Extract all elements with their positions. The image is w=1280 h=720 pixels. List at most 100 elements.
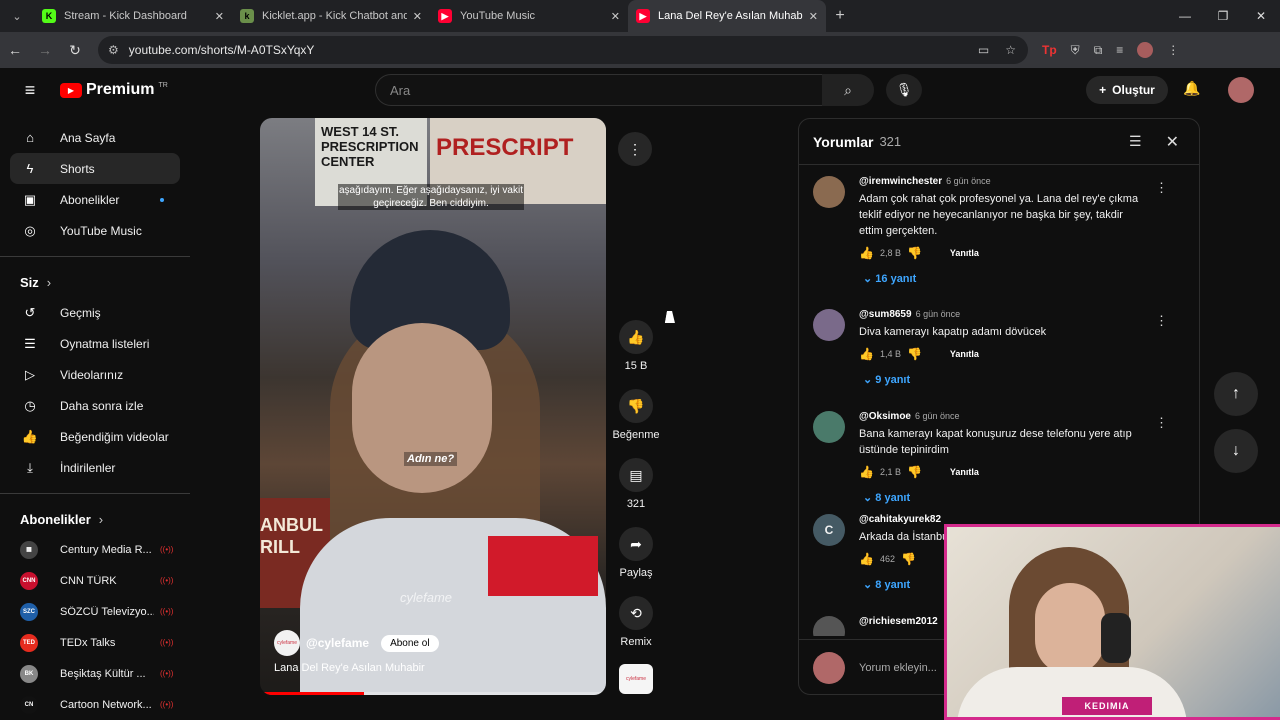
- sidebar-item-your-videos[interactable]: ▷ Videolarınız: [0, 359, 180, 390]
- search-button[interactable]: ⌕: [822, 74, 874, 106]
- sort-icon[interactable]: ☰: [1129, 133, 1142, 150]
- sidebar-item-shorts[interactable]: ϟ Shorts: [10, 153, 180, 184]
- browser-tab[interactable]: ▶ Lana Del Rey'e Asılan Muhabir ✕: [628, 0, 826, 32]
- close-window-icon[interactable]: ✕: [1242, 0, 1280, 32]
- sidebar-you-heading[interactable]: Siz ›: [0, 267, 190, 297]
- tab-close-icon[interactable]: ✕: [413, 10, 422, 23]
- view-replies-button[interactable]: ⌄ 16 yanıt: [863, 272, 1149, 285]
- sidebar-item-label: İndirilenler: [60, 460, 116, 475]
- youtube-logo[interactable]: ▶ Premium TR: [60, 81, 168, 99]
- view-replies-button[interactable]: ⌄ 8 yanıt: [863, 491, 1149, 504]
- browser-menu-icon[interactable]: ⋮: [1167, 43, 1179, 57]
- tab-search-icon[interactable]: ⌄: [0, 0, 34, 32]
- shorts-video-player[interactable]: WEST 14 ST. PRESCRIPTION CENTER PRESCRIP…: [260, 118, 606, 695]
- comment-menu-icon[interactable]: ⋮: [1155, 415, 1168, 431]
- extension-tp-icon[interactable]: Tp: [1042, 43, 1057, 57]
- dislike-icon[interactable]: 👎: [907, 465, 922, 479]
- sound-thumbnail[interactable]: cylefame: [619, 664, 653, 694]
- like-icon[interactable]: 👍: [859, 246, 874, 260]
- comment-author[interactable]: @iremwinchester 6 gün önce: [859, 176, 1149, 187]
- install-icon[interactable]: ▭: [978, 43, 989, 57]
- view-replies-button[interactable]: ⌄ 9 yanıt: [863, 373, 1149, 386]
- comment-text: Bana kamerayı kapat konuşuruz dese telef…: [859, 428, 1132, 456]
- account-avatar[interactable]: [1228, 77, 1254, 103]
- browser-profile-avatar[interactable]: [1137, 42, 1154, 58]
- sidebar-item-history[interactable]: ↺ Geçmiş: [0, 297, 180, 328]
- channel-avatar[interactable]: cylefame: [274, 630, 300, 656]
- forward-icon[interactable]: →: [30, 42, 60, 58]
- browser-tab[interactable]: k Kicklet.app - Kick Chatbot and ✕: [232, 0, 430, 32]
- comment-avatar[interactable]: [813, 616, 845, 636]
- tab-close-icon[interactable]: ✕: [215, 10, 224, 23]
- media-control-icon[interactable]: ≡: [1116, 43, 1123, 57]
- comment-avatar[interactable]: [813, 309, 845, 341]
- tab-close-icon[interactable]: ✕: [611, 10, 620, 23]
- sidebar-item-download[interactable]: ⤓ İndirilenler: [0, 452, 180, 483]
- reply-button[interactable]: Yanıtla: [950, 349, 979, 359]
- like-icon[interactable]: 👍: [619, 320, 653, 354]
- comment-author[interactable]: @sum8659 6 gün önce: [859, 309, 1149, 320]
- menu-hamburger-icon[interactable]: ≡: [0, 80, 60, 101]
- video-title[interactable]: Lana Del Rey'e Asılan Muhabir: [274, 662, 425, 674]
- previous-short-button[interactable]: ↑: [1214, 372, 1258, 416]
- comment-avatar[interactable]: [813, 176, 845, 208]
- comment-avatar[interactable]: C: [813, 514, 845, 546]
- tab-title: Lana Del Rey'e Asılan Muhabir: [658, 10, 803, 22]
- comment-input[interactable]: Yorum ekleyin...: [859, 662, 937, 674]
- browser-tab[interactable]: K Stream - Kick Dashboard ✕: [34, 0, 232, 32]
- sidebar-channel[interactable]: SZC SÖZCÜ Televizyo... ((•)): [0, 596, 190, 627]
- channel-avatar: CNN: [20, 571, 38, 590]
- dislike-icon[interactable]: 👎: [619, 389, 653, 423]
- like-icon[interactable]: 👍: [859, 465, 874, 479]
- comment-author[interactable]: @Oksimoe 6 gün önce: [859, 411, 1149, 422]
- site-info-icon[interactable]: ⚙: [108, 43, 119, 57]
- back-icon[interactable]: ←: [0, 42, 30, 58]
- maximize-icon[interactable]: ❐: [1204, 0, 1242, 32]
- remix-icon[interactable]: ⟲: [619, 596, 653, 630]
- create-button[interactable]: + Oluştur: [1086, 76, 1168, 104]
- browser-tab[interactable]: ▶ YouTube Music ✕: [430, 0, 628, 32]
- channel-name[interactable]: @cylefame: [306, 636, 369, 650]
- sidebar-channel[interactable]: ▦ Century Media R... ((•)): [0, 534, 190, 565]
- new-tab-button[interactable]: +: [826, 7, 854, 25]
- reply-button[interactable]: Yanıtla: [950, 248, 979, 258]
- remix-action: ⟲ Remix: [606, 596, 666, 648]
- tab-close-icon[interactable]: ✕: [809, 10, 818, 23]
- minimize-icon[interactable]: —: [1166, 0, 1204, 32]
- reply-button[interactable]: Yanıtla: [950, 467, 979, 477]
- search-input[interactable]: Ara: [375, 74, 823, 106]
- subscribe-button[interactable]: Abone ol: [381, 634, 439, 652]
- sidebar-item-playlists[interactable]: ☰ Oynatma listeleri: [0, 328, 180, 359]
- extensions-puzzle-icon[interactable]: ⧉: [1094, 43, 1103, 58]
- sidebar-channel[interactable]: CN Cartoon Network... ((•)): [0, 689, 190, 720]
- sidebar-item-music[interactable]: ◎ YouTube Music: [0, 215, 180, 246]
- comment-avatar[interactable]: [813, 411, 845, 443]
- notifications-bell-icon[interactable]: 🔔: [1183, 80, 1200, 97]
- sidebar-item-watch-later[interactable]: ◷ Daha sonra izle: [0, 390, 180, 421]
- dislike-icon[interactable]: 👎: [901, 552, 916, 566]
- extension-shield-icon[interactable]: ⛨: [1071, 43, 1080, 58]
- sidebar-channel[interactable]: CNN CNN TÜRK ((•)): [0, 565, 190, 596]
- sidebar-item-liked[interactable]: 👍 Beğendiğim videolar: [0, 421, 180, 452]
- video-progress-bar[interactable]: [260, 692, 606, 695]
- reload-icon[interactable]: ↻: [60, 42, 90, 59]
- dislike-icon[interactable]: 👎: [907, 246, 922, 260]
- voice-search-icon[interactable]: 🎙: [886, 74, 922, 106]
- sidebar-item-home[interactable]: ⌂ Ana Sayfa: [0, 122, 180, 153]
- comment-icon[interactable]: ▤: [619, 458, 653, 492]
- sidebar-channel[interactable]: BK Beşiktaş Kültür ... ((•)): [0, 658, 190, 689]
- comment-menu-icon[interactable]: ⋮: [1155, 180, 1168, 196]
- close-icon[interactable]: ✕: [1166, 132, 1179, 152]
- sidebar-channel[interactable]: TED TEDx Talks ((•)): [0, 627, 190, 658]
- like-icon[interactable]: 👍: [859, 552, 874, 566]
- sidebar-item-subscriptions[interactable]: ▣ Abonelikler: [0, 184, 180, 215]
- comment-menu-icon[interactable]: ⋮: [1155, 313, 1168, 329]
- remix-label: Remix: [620, 636, 652, 648]
- dislike-icon[interactable]: 👎: [907, 347, 922, 361]
- bookmark-star-icon[interactable]: ☆: [1005, 43, 1016, 57]
- sidebar-subscriptions-heading[interactable]: Abonelikler ›: [0, 504, 190, 534]
- like-icon[interactable]: 👍: [859, 347, 874, 361]
- next-short-button[interactable]: ↓: [1214, 429, 1258, 473]
- address-bar[interactable]: ⚙ youtube.com/shorts/M-A0TSxYqxY ▭ ☆: [98, 36, 1028, 64]
- share-icon[interactable]: ➦: [619, 527, 653, 561]
